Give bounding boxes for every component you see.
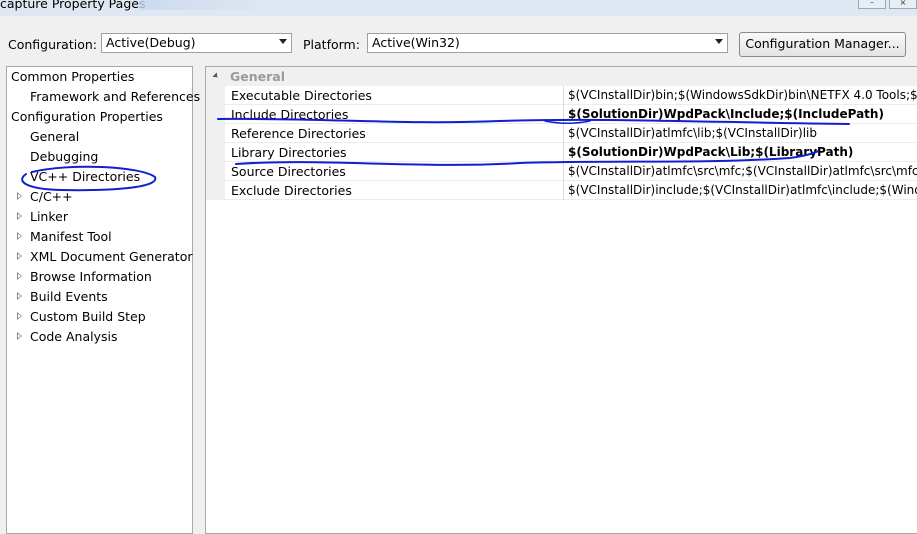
property-value[interactable]: $(VCInstallDir)atlmfc\src\mfc;$(VCInstal…	[568, 164, 917, 178]
expand-arrow-icon[interactable]	[17, 212, 22, 220]
column-divider[interactable]	[563, 105, 564, 124]
configuration-toolbar: Configuration: Active(Debug) Platform: A…	[0, 31, 917, 59]
property-value[interactable]: $(SolutionDir)WpdPack\Include;$(IncludeP…	[568, 107, 917, 121]
property-row-source-directories[interactable]: Source Directories $(VCInstallDir)atlmfc…	[225, 162, 917, 181]
column-divider[interactable]	[563, 124, 564, 143]
property-row-library-directories[interactable]: Library Directories $(SolutionDir)WpdPac…	[225, 143, 917, 162]
property-name: Include Directories	[231, 107, 349, 122]
tree-item-vc-directories[interactable]: VC++ Directories	[30, 167, 140, 186]
window-title: capture Property Pages	[0, 0, 146, 11]
property-name: Source Directories	[231, 164, 346, 179]
tree-item-label: Browse Information	[30, 269, 152, 284]
collapse-arrow-icon[interactable]	[212, 72, 220, 80]
property-row-reference-directories[interactable]: Reference Directories $(VCInstallDir)atl…	[225, 124, 917, 143]
tree-item-manifest-tool[interactable]: Manifest Tool	[30, 227, 112, 246]
tree-item-common-properties[interactable]: Common Properties	[11, 67, 134, 86]
tree-item-custom-build-step[interactable]: Custom Build Step	[30, 307, 146, 326]
tree-item-label: C/C++	[30, 189, 73, 204]
tree-item-xml-document-generator[interactable]: XML Document Generator	[30, 247, 193, 266]
property-value[interactable]: $(VCInstallDir)bin;$(WindowsSdkDir)bin\N…	[568, 88, 917, 102]
tree-item-code-analysis[interactable]: Code Analysis	[30, 327, 117, 346]
platform-value: Active(Win32)	[372, 35, 460, 50]
tree-item-c-cpp[interactable]: C/C++	[30, 187, 73, 206]
chevron-down-icon	[715, 39, 723, 44]
property-grid: General Executable Directories $(VCInsta…	[205, 66, 917, 534]
property-row-exclude-directories[interactable]: Exclude Directories $(VCInstallDir)inclu…	[225, 181, 917, 200]
chevron-down-icon	[279, 39, 287, 44]
tree-item-label: General	[30, 129, 80, 144]
column-divider[interactable]	[563, 162, 564, 181]
title-bar: capture Property Pages – ×	[0, 0, 917, 16]
property-value[interactable]: $(VCInstallDir)include;$(VCInstallDir)at…	[568, 183, 917, 197]
tree-item-label: Code Analysis	[30, 329, 118, 344]
property-name: Library Directories	[231, 145, 347, 160]
configuration-manager-button[interactable]: Configuration Manager...	[739, 32, 906, 57]
configuration-label: Configuration:	[8, 37, 97, 52]
configuration-dropdown[interactable]: Active(Debug)	[101, 33, 292, 53]
column-divider[interactable]	[563, 86, 564, 105]
tree-item-build-events[interactable]: Build Events	[30, 287, 108, 306]
tree-item-label: Common Properties	[11, 69, 135, 84]
property-row-include-directories[interactable]: Include Directories $(SolutionDir)WpdPac…	[225, 105, 917, 124]
expand-arrow-icon[interactable]	[17, 332, 22, 340]
property-value[interactable]: $(SolutionDir)WpdPack\Lib;$(LibraryPath)	[568, 145, 917, 159]
configuration-value: Active(Debug)	[106, 35, 196, 50]
tree-item-label: Framework and References	[30, 89, 201, 104]
window-controls: – ×	[858, 0, 917, 9]
property-name: Reference Directories	[231, 126, 366, 141]
property-name: Executable Directories	[231, 88, 372, 103]
expand-arrow-icon[interactable]	[17, 292, 22, 300]
expand-arrow-icon[interactable]	[17, 252, 22, 260]
property-tree: Common Properties Framework and Referenc…	[6, 66, 200, 534]
tree-item-label: Debugging	[30, 149, 99, 164]
column-divider[interactable]	[563, 181, 564, 200]
minimize-button[interactable]: –	[858, 0, 886, 9]
platform-dropdown[interactable]: Active(Win32)	[367, 33, 728, 53]
tree-item-general[interactable]: General	[30, 127, 79, 146]
tree-item-framework-references[interactable]: Framework and References	[30, 87, 200, 106]
property-value[interactable]: $(VCInstallDir)atlmfc\lib;$(VCInstallDir…	[568, 126, 917, 140]
tree-item-label: Manifest Tool	[30, 229, 112, 244]
property-name: Exclude Directories	[231, 183, 352, 198]
tree-item-browse-information[interactable]: Browse Information	[30, 267, 152, 286]
tree-item-debugging[interactable]: Debugging	[30, 147, 98, 166]
expand-arrow-icon[interactable]	[17, 192, 22, 200]
grid-margin	[206, 67, 225, 200]
tree-item-linker[interactable]: Linker	[30, 207, 68, 226]
category-label: General	[230, 69, 285, 84]
column-divider[interactable]	[563, 143, 564, 162]
tree-item-label: Configuration Properties	[11, 109, 163, 124]
expand-arrow-icon[interactable]	[17, 232, 22, 240]
tree-item-label: XML Document Generator	[30, 249, 193, 264]
property-row-executable-directories[interactable]: Executable Directories $(VCInstallDir)bi…	[225, 86, 917, 105]
category-row-general[interactable]: General	[206, 67, 917, 86]
blurred-title-area	[140, 0, 370, 10]
close-button[interactable]: ×	[889, 0, 917, 9]
tree-item-label: VC++ Directories	[30, 169, 141, 184]
tree-item-label: Build Events	[30, 289, 108, 304]
tree-item-label: Linker	[30, 209, 68, 224]
expand-arrow-icon[interactable]	[17, 272, 22, 280]
platform-label: Platform:	[303, 37, 360, 52]
expand-arrow-icon[interactable]	[17, 312, 22, 320]
tree-item-label: Custom Build Step	[30, 309, 146, 324]
tree-item-configuration-properties[interactable]: Configuration Properties	[11, 107, 163, 126]
